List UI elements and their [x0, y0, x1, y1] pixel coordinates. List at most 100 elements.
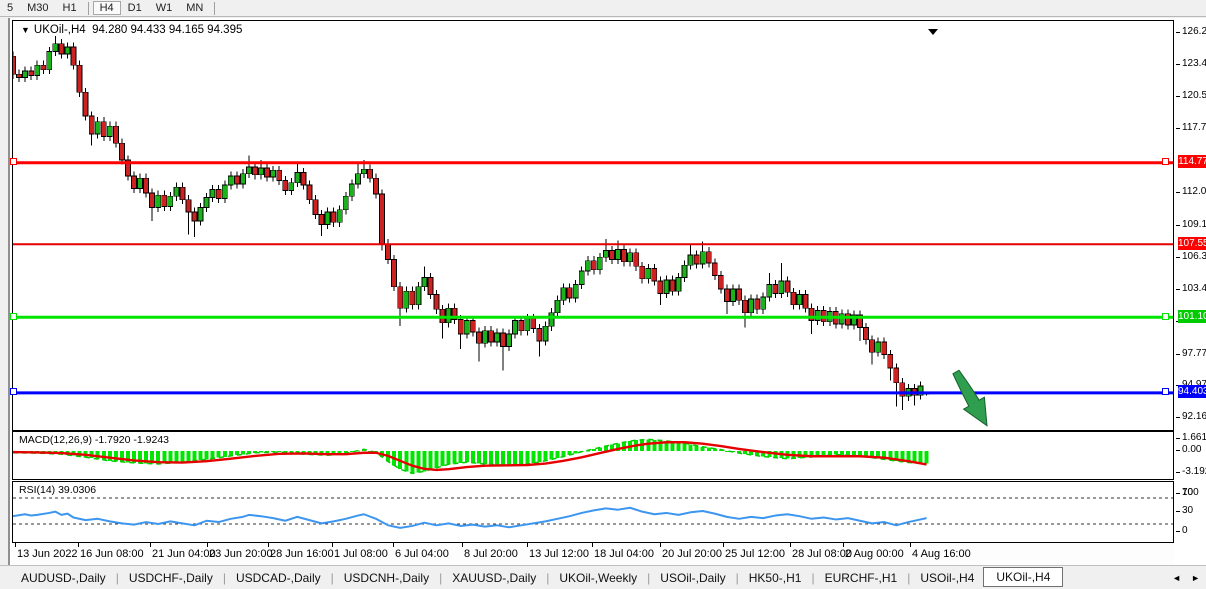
candle: [724, 289, 729, 301]
candle: [640, 266, 645, 278]
candle: [289, 183, 294, 191]
date-label: 13 Jun 2022: [17, 548, 78, 560]
tab-usdcnh-daily[interactable]: USDCNH-,Daily: [335, 569, 438, 587]
candle: [95, 122, 100, 134]
candle: [240, 174, 245, 184]
tab-usoil-daily[interactable]: USOil-,Daily: [651, 569, 734, 587]
date-label: 20 Jul 20:00: [662, 548, 722, 560]
hline-handle-right[interactable]: [1162, 158, 1169, 165]
hline-handle-right[interactable]: [1162, 388, 1169, 395]
tab-usoil-h4[interactable]: USOil-,H4: [911, 569, 983, 587]
timeframe-button-w1[interactable]: W1: [149, 1, 180, 15]
tab-usdcad-daily[interactable]: USDCAD-,Daily: [227, 569, 330, 587]
candle: [168, 196, 173, 206]
date-label: 23 Jun 20:00: [209, 548, 273, 560]
hline-handle-right[interactable]: [1162, 313, 1169, 320]
candle: [803, 295, 808, 309]
candle: [549, 313, 554, 327]
candle: [210, 190, 215, 198]
rsi-axis-label: 70: [1182, 487, 1193, 498]
tab-ukoil-h4[interactable]: UKOil-,H4: [983, 567, 1063, 587]
candle: [434, 295, 439, 310]
candle: [476, 332, 481, 343]
candle: [634, 253, 639, 267]
candle: [204, 197, 209, 207]
macd-label: MACD(12,26,9) -1.7920 -1.9243: [19, 434, 169, 446]
price-axis[interactable]: 126.25123.44120.55117.75112.05109.16106.…: [1176, 18, 1206, 589]
candle: [761, 297, 766, 309]
tab-xauusd-daily[interactable]: XAUUSD-,Daily: [443, 569, 545, 587]
macd-tick: [1176, 472, 1180, 473]
candle: [652, 269, 657, 281]
tab-hk50-h1[interactable]: HK50-,H1: [740, 569, 811, 587]
candle: [367, 169, 372, 178]
candle: [876, 342, 881, 352]
date-tick: [527, 543, 528, 547]
bar-shift-triangle-icon[interactable]: [928, 29, 938, 35]
hline-handle-left[interactable]: [10, 388, 17, 395]
candle: [65, 47, 70, 54]
timeframe-button-5[interactable]: 5: [0, 1, 20, 15]
candle: [119, 143, 124, 160]
date-tick: [723, 543, 724, 547]
date-tick: [268, 543, 269, 547]
candle: [664, 280, 669, 294]
candle: [380, 194, 385, 244]
candle: [271, 170, 276, 177]
tab-separator: |: [439, 571, 442, 585]
date-label: 28 Jul 08:00: [792, 548, 852, 560]
price-tick: [1176, 354, 1180, 355]
hline-handle-left[interactable]: [10, 313, 17, 320]
tab-usdchf-daily[interactable]: USDCHF-,Daily: [120, 569, 222, 587]
timeframe-button-m30[interactable]: M30: [20, 1, 55, 15]
macd-tick: [1176, 450, 1180, 451]
price-badge-94.403: 94.403: [1178, 385, 1206, 398]
candle: [658, 281, 663, 293]
candle: [23, 71, 28, 78]
timeframe-button-h4[interactable]: H4: [93, 1, 121, 15]
candle: [180, 187, 185, 199]
candle: [246, 167, 251, 174]
date-label: 28 Jun 16:00: [270, 548, 334, 560]
candle: [17, 74, 22, 77]
candle: [525, 318, 530, 330]
candle: [228, 176, 233, 185]
candle: [301, 173, 306, 185]
macd-axis-label: 1.6618: [1182, 432, 1206, 443]
candle: [392, 260, 397, 287]
candle: [730, 289, 735, 301]
candle: [156, 195, 161, 207]
candle: [791, 292, 796, 304]
candle: [361, 169, 366, 174]
candle: [59, 44, 64, 54]
candle: [349, 184, 354, 196]
timeframe-button-h1[interactable]: H1: [56, 1, 84, 15]
price-chart-pane[interactable]: ▼UKOil-,H4 94.280 94.433 94.165 94.395: [12, 20, 1174, 431]
hline-handle-left[interactable]: [10, 158, 17, 165]
price-tick: [1176, 128, 1180, 129]
chart-symbol-period: UKOil-,H4: [34, 24, 86, 36]
candle: [29, 71, 34, 76]
price-axis-label: 97.775: [1182, 348, 1206, 359]
tab-audusd-daily[interactable]: AUDUSD-,Daily: [12, 569, 115, 587]
tab-scroll-left-button[interactable]: ◄: [1172, 573, 1181, 583]
date-label: 8 Jul 20:00: [464, 548, 518, 560]
price-tick: [1176, 32, 1180, 33]
down-arrow-annotation[interactable]: [946, 366, 998, 430]
price-axis-label: 126.25: [1182, 26, 1206, 37]
tab-scroll-right-button[interactable]: ►: [1191, 573, 1200, 583]
price-tick: [1176, 192, 1180, 193]
chart-ohlc-quotes: 94.280 94.433 94.165 94.395: [92, 24, 242, 36]
tab-ukoil-weekly[interactable]: UKOil-,Weekly: [550, 569, 646, 587]
timeframe-button-mn[interactable]: MN: [179, 1, 210, 15]
date-axis[interactable]: 13 Jun 202216 Jun 08:0021 Jun 04:0023 Ju…: [12, 543, 1174, 565]
tab-eurchf-h1[interactable]: EURCHF-,H1: [816, 569, 907, 587]
candle: [162, 195, 167, 206]
date-label: 2 Aug 00:00: [845, 548, 904, 560]
candle: [283, 180, 288, 190]
macd-indicator-pane[interactable]: MACD(12,26,9) -1.7920 -1.9243: [12, 431, 1174, 480]
candle: [579, 271, 584, 285]
timeframe-button-d1[interactable]: D1: [121, 1, 149, 15]
rsi-indicator-pane[interactable]: RSI(14) 39.0306: [12, 481, 1174, 543]
price-axis-label: 109.16: [1182, 219, 1206, 230]
